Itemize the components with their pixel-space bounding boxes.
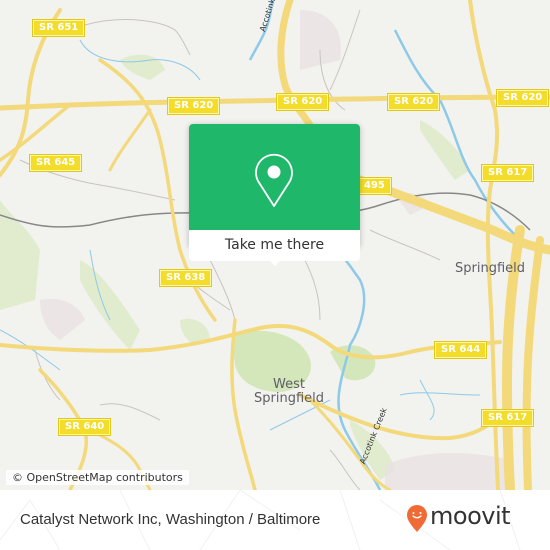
map-attribution[interactable]: © OpenStreetMap contributors	[6, 470, 189, 485]
map[interactable]: SR 651 SR 620 SR 620 SR 620 SR 620 SR 64…	[0, 0, 550, 490]
map-pin-icon	[255, 153, 293, 207]
route-shield-sr620: SR 620	[166, 97, 221, 115]
route-shield-sr640: SR 640	[57, 418, 112, 436]
take-me-there-button[interactable]: Take me there	[189, 230, 360, 261]
route-shield-i495: 495	[357, 177, 392, 195]
moovit-logo-icon	[407, 505, 427, 532]
place-label-springfield: Springfield	[455, 261, 526, 276]
route-shield-sr620: SR 620	[495, 89, 550, 107]
location-title: Catalyst Network Inc, Washington / Balti…	[20, 511, 321, 528]
route-shield-sr617: SR 617	[480, 409, 535, 427]
moovit-brand: moovit	[430, 502, 511, 530]
footer: Catalyst Network Inc, Washington / Balti…	[0, 490, 550, 550]
route-shield-sr620: SR 620	[275, 93, 330, 111]
route-shield-sr617: SR 617	[480, 164, 535, 182]
popup-pointer	[267, 258, 283, 266]
popup-header	[189, 124, 360, 230]
route-shield-sr651: SR 651	[31, 19, 86, 37]
route-shield-sr645: SR 645	[28, 154, 83, 172]
route-shield-sr638: SR 638	[158, 269, 213, 287]
place-label-line: Springfield	[254, 391, 325, 406]
place-label-line: West	[273, 377, 305, 392]
place-label-west-springfield: West Springfield	[254, 378, 324, 406]
route-shield-sr644: SR 644	[433, 341, 488, 359]
route-shield-sr620: SR 620	[386, 93, 441, 111]
location-popup: Take me there	[189, 124, 360, 266]
